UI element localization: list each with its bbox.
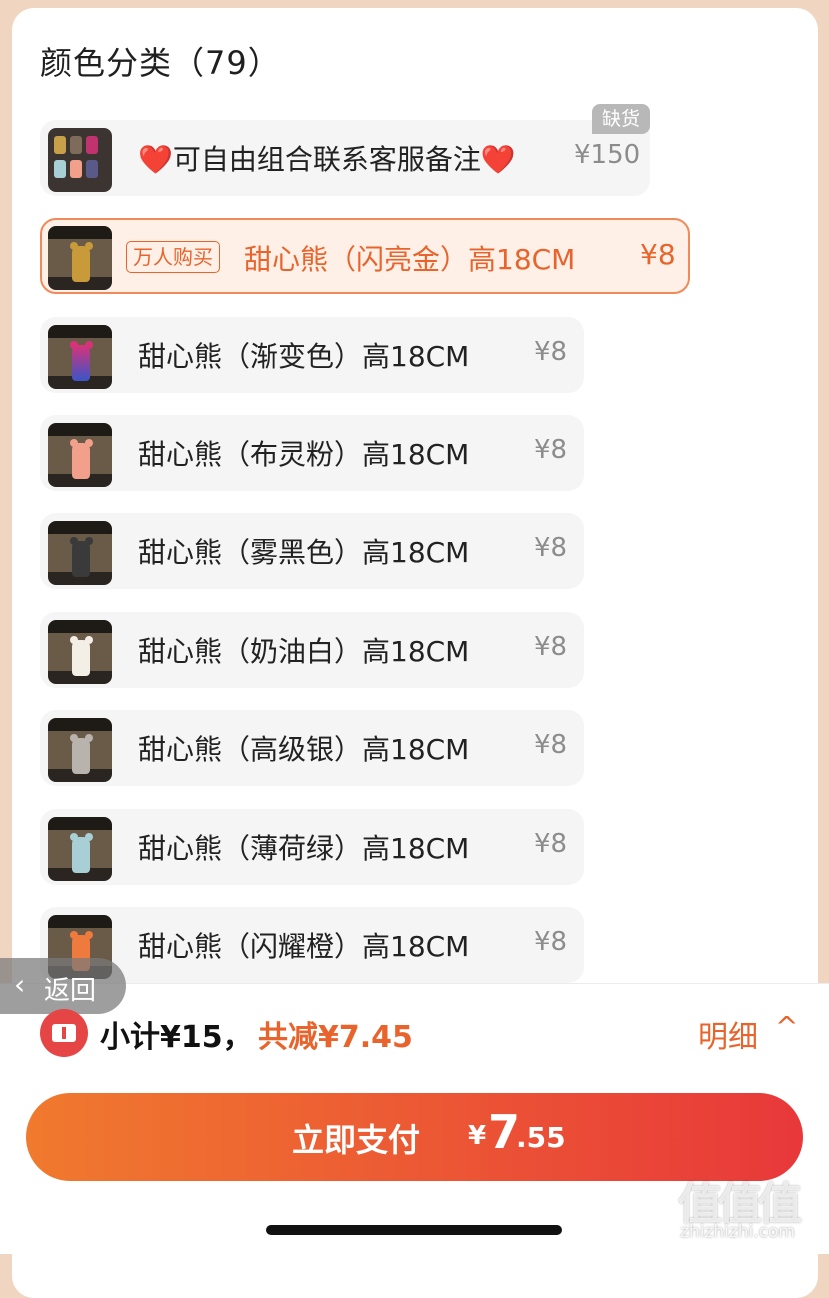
option-price: ¥8 xyxy=(534,829,568,859)
out-of-stock-badge: 缺货 xyxy=(592,104,651,134)
option-gold-selected[interactable]: 万人购买 甜心熊（闪亮金）高18CM ¥8 xyxy=(40,218,690,294)
option-label: 甜心熊（薄荷绿）高18CM xyxy=(138,832,470,865)
option-combo[interactable]: ❤️可自由组合联系客服备注❤️ ¥150 xyxy=(40,120,650,196)
option-thumbnail xyxy=(48,226,112,290)
watermark-url: zhizhizhi.com xyxy=(680,1222,795,1242)
option-label: 甜心熊（闪亮金）高18CM xyxy=(244,243,576,276)
pay-currency: ¥ xyxy=(468,1121,487,1151)
option-thumbnail xyxy=(48,521,112,585)
option-price: ¥8 xyxy=(534,435,568,465)
chevron-up-icon[interactable]: ^ xyxy=(775,1010,798,1043)
option-cream-white[interactable]: 甜心熊（奶油白）高18CM ¥8 xyxy=(40,612,584,688)
option-thumbnail xyxy=(48,817,112,881)
option-label: 甜心熊（渐变色）高18CM xyxy=(138,340,470,373)
back-button[interactable]: ‹ 返回 xyxy=(0,958,126,1014)
option-gradient[interactable]: 甜心熊（渐变色）高18CM ¥8 xyxy=(40,317,584,393)
option-thumbnail xyxy=(48,128,112,192)
option-price: ¥8 xyxy=(534,533,568,563)
option-price: ¥8 xyxy=(534,927,568,957)
section-title: 颜色分类（79） xyxy=(40,44,281,82)
hot-seller-badge: 万人购买 xyxy=(126,241,220,273)
home-indicator xyxy=(266,1225,562,1235)
option-thumbnail xyxy=(48,423,112,487)
option-label: 甜心熊（雾黑色）高18CM xyxy=(138,536,470,569)
option-black[interactable]: 甜心熊（雾黑色）高18CM ¥8 xyxy=(40,513,584,589)
pay-button-label: 立即支付 xyxy=(292,1121,421,1159)
back-label: 返回 xyxy=(44,976,97,1006)
option-label: 甜心熊（布灵粉）高18CM xyxy=(138,438,470,471)
option-label: 甜心熊（高级银）高18CM xyxy=(138,733,470,766)
option-silver[interactable]: 甜心熊（高级银）高18CM ¥8 xyxy=(40,710,584,786)
option-label: ❤️可自由组合联系客服备注❤️ xyxy=(138,143,516,176)
option-price: ¥8 xyxy=(640,238,676,271)
pay-amount-decimal: .55 xyxy=(516,1121,566,1154)
coupon-icon xyxy=(40,1009,88,1057)
option-thumbnail xyxy=(48,620,112,684)
option-pink[interactable]: 甜心熊（布灵粉）高18CM ¥8 xyxy=(40,415,584,491)
option-label: 甜心熊（奶油白）高18CM xyxy=(138,635,470,668)
chevron-left-icon: ‹ xyxy=(14,968,26,1001)
option-label: 甜心熊（闪耀橙）高18CM xyxy=(138,930,470,963)
option-thumbnail xyxy=(48,325,112,389)
subtotal-text: 小计¥15， xyxy=(100,1020,253,1055)
option-mint[interactable]: 甜心熊（薄荷绿）高18CM ¥8 xyxy=(40,809,584,885)
option-price: ¥150 xyxy=(574,140,641,170)
option-thumbnail xyxy=(48,718,112,782)
option-price: ¥8 xyxy=(534,730,568,760)
option-price: ¥8 xyxy=(534,632,568,662)
detail-link[interactable]: 明细 xyxy=(698,1012,758,1056)
option-price: ¥8 xyxy=(534,337,568,367)
discount-text: 共减¥7.45 xyxy=(258,1020,413,1055)
